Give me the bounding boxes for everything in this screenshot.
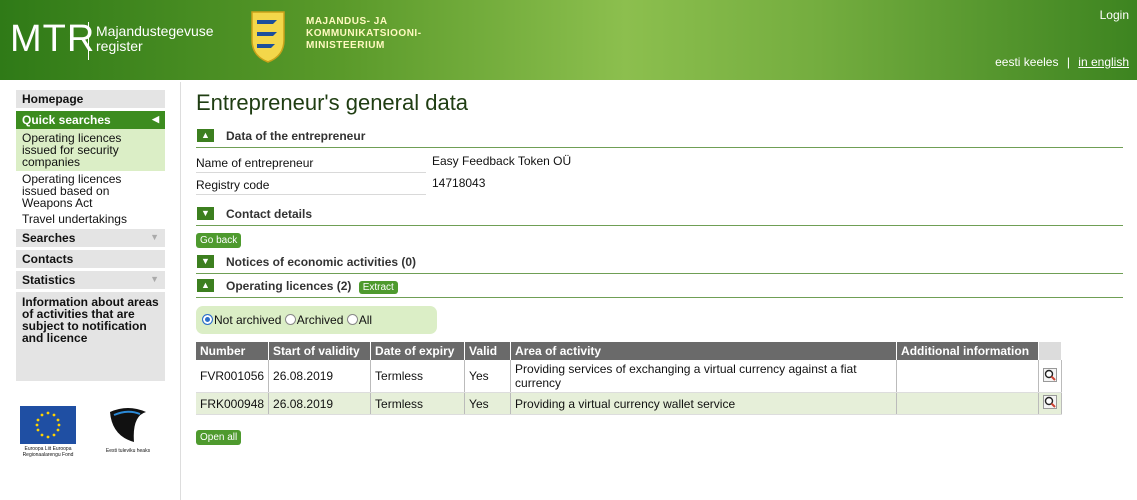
radio-label: Archived xyxy=(296,313,344,327)
field-registry-code: Registry code 14718043 xyxy=(196,176,1123,195)
mtr-logo[interactable]: MTR xyxy=(10,18,95,61)
estonian-coat-of-arms-icon xyxy=(251,11,285,63)
section-title: Notices of economic activities (0) xyxy=(226,255,417,269)
section-title-text: Operating licences (2) xyxy=(226,279,352,293)
section-contact-details[interactable]: ▼ Contact details xyxy=(196,206,1123,226)
expand-icon[interactable]: ▼ xyxy=(197,207,214,220)
logo-subtitle-line-2: register xyxy=(96,38,143,54)
table-cell: 26.08.2019 xyxy=(268,392,372,415)
section-title: Operating licences (2) Extract xyxy=(226,279,398,294)
ministry-name: MAJANDUS- JA KOMMUNIKATSIOONI- MINISTEER… xyxy=(306,16,422,52)
ministry-line-3: MINISTEERIUM xyxy=(306,40,385,51)
eu-logo-caption: Euroopa Liit Euroopa Regionaalarengu Fon… xyxy=(22,446,74,458)
field-value: Easy Feedback Token OÜ xyxy=(432,154,572,168)
field-name-of-entrepreneur: Name of entrepreneur Easy Feedback Token… xyxy=(196,154,1123,173)
lang-separator: | xyxy=(1066,55,1070,69)
table-cell xyxy=(1038,360,1063,393)
main-content: Entrepreneur's general data ▲ Data of th… xyxy=(196,90,1123,445)
table-cell: FRK000948 xyxy=(196,392,270,415)
section-title: Contact details xyxy=(226,207,313,221)
chevron-left-icon: ◀ xyxy=(152,114,159,124)
go-back-button[interactable]: Go back xyxy=(196,233,242,248)
sidebar-item-activity-areas-info[interactable]: Information about areas of activities th… xyxy=(16,292,165,381)
column-header xyxy=(1038,342,1063,360)
radio-label: Not archived xyxy=(214,313,282,327)
radio-archived[interactable] xyxy=(284,314,296,326)
page-title: Entrepreneur's general data xyxy=(196,90,469,115)
table-cell: Providing a virtual currency wallet serv… xyxy=(510,392,898,415)
radio-all[interactable] xyxy=(346,314,358,326)
column-header[interactable]: Number xyxy=(196,342,270,360)
column-header[interactable]: Additional information xyxy=(896,342,1040,360)
logo-subtitle: Majandustegevuse register xyxy=(96,24,214,54)
licences-table: Number Start of validity Date of expiry … xyxy=(196,342,1063,415)
section-operating-licences[interactable]: ▲ Operating licences (2) Extract xyxy=(196,278,1123,298)
table-cell: Yes xyxy=(464,392,512,415)
sidebar-subitem-security-companies[interactable]: Operating licences issued for security c… xyxy=(16,129,165,171)
table-cell: Termless xyxy=(370,360,466,393)
column-header[interactable]: Valid xyxy=(464,342,512,360)
table-cell xyxy=(1038,392,1063,415)
field-label: Name of entrepreneur xyxy=(196,156,426,173)
field-label: Registry code xyxy=(196,178,426,195)
section-entrepreneur-data[interactable]: ▲ Data of the entrepreneur xyxy=(196,128,1123,148)
site-header: MTR Majandustegevuse register MAJANDUS- … xyxy=(0,0,1137,80)
sidebar-item-label: Statistics xyxy=(22,273,76,287)
sidebar-item-contacts[interactable]: Contacts xyxy=(16,250,165,268)
table-row: FRK000948 26.08.2019 Termless Yes Provid… xyxy=(196,392,1063,415)
table-row: FVR001056 26.08.2019 Termless Yes Provid… xyxy=(196,360,1063,393)
table-cell: Yes xyxy=(464,360,512,393)
sidebar-subitem-weapons-act[interactable]: Operating licences issued based on Weapo… xyxy=(16,171,165,211)
estonia-logo-caption: Eesti tuleviku heaks xyxy=(105,448,151,454)
sidebar: Homepage Quick searches ◀ Operating lice… xyxy=(16,90,165,381)
table-header-row: Number Start of validity Date of expiry … xyxy=(196,342,1063,360)
section-title: Data of the entrepreneur xyxy=(226,129,366,143)
sidebar-divider xyxy=(180,82,181,500)
sidebar-item-statistics[interactable]: Statistics ▼ xyxy=(16,271,165,289)
magnifier-details-icon[interactable] xyxy=(1043,395,1058,409)
section-notices[interactable]: ▼ Notices of economic activities (0) xyxy=(196,254,1123,274)
table-cell: 26.08.2019 xyxy=(268,360,372,393)
ministry-line-2: KOMMUNIKATSIOONI- xyxy=(306,28,422,39)
table-cell: Termless xyxy=(370,392,466,415)
archive-filter: Not archived Archived All xyxy=(196,306,437,334)
lang-estonian-link[interactable]: eesti keeles xyxy=(995,55,1058,69)
collapse-icon[interactable]: ▲ xyxy=(197,129,214,142)
eu-flag-icon xyxy=(20,406,76,444)
login-link[interactable]: Login xyxy=(1100,8,1129,22)
sidebar-item-homepage[interactable]: Homepage xyxy=(16,90,165,108)
chevron-down-icon: ▼ xyxy=(150,232,159,242)
extract-button[interactable]: Extract xyxy=(358,281,398,294)
sidebar-subitem-travel-undertakings[interactable]: Travel undertakings xyxy=(16,211,165,227)
table-cell xyxy=(896,392,1040,415)
table-cell: Providing services of exchanging a virtu… xyxy=(510,360,898,393)
footer-logos: Euroopa Liit Euroopa Regionaalarengu Fon… xyxy=(20,406,170,466)
table-cell: FVR001056 xyxy=(196,360,270,393)
column-header[interactable]: Area of activity xyxy=(510,342,898,360)
lang-english-link[interactable]: in english xyxy=(1078,55,1129,69)
expand-icon[interactable]: ▼ xyxy=(197,255,214,268)
logo-separator xyxy=(88,22,89,60)
ministry-line-1: MAJANDUS- JA xyxy=(306,16,388,27)
sidebar-item-quick-searches[interactable]: Quick searches ◀ xyxy=(16,111,165,129)
magnifier-details-icon[interactable] xyxy=(1043,367,1058,382)
column-header[interactable]: Date of expiry xyxy=(370,342,466,360)
chevron-down-icon: ▼ xyxy=(150,274,159,284)
language-switch: eesti keeles | in english xyxy=(995,55,1129,69)
radio-not-archived[interactable] xyxy=(202,314,213,326)
sidebar-item-searches[interactable]: Searches ▼ xyxy=(16,229,165,247)
logo-subtitle-line-1: Majandustegevuse xyxy=(96,23,214,39)
radio-label: All xyxy=(358,313,373,327)
table-cell xyxy=(896,360,1040,393)
estonia-logo-icon xyxy=(110,408,146,442)
sidebar-item-label: Quick searches xyxy=(22,113,111,127)
sidebar-item-label: Searches xyxy=(22,231,76,245)
field-value: 14718043 xyxy=(432,176,486,190)
column-header[interactable]: Start of validity xyxy=(268,342,372,360)
open-all-button[interactable]: Open all xyxy=(196,430,242,445)
collapse-icon[interactable]: ▲ xyxy=(197,279,214,292)
